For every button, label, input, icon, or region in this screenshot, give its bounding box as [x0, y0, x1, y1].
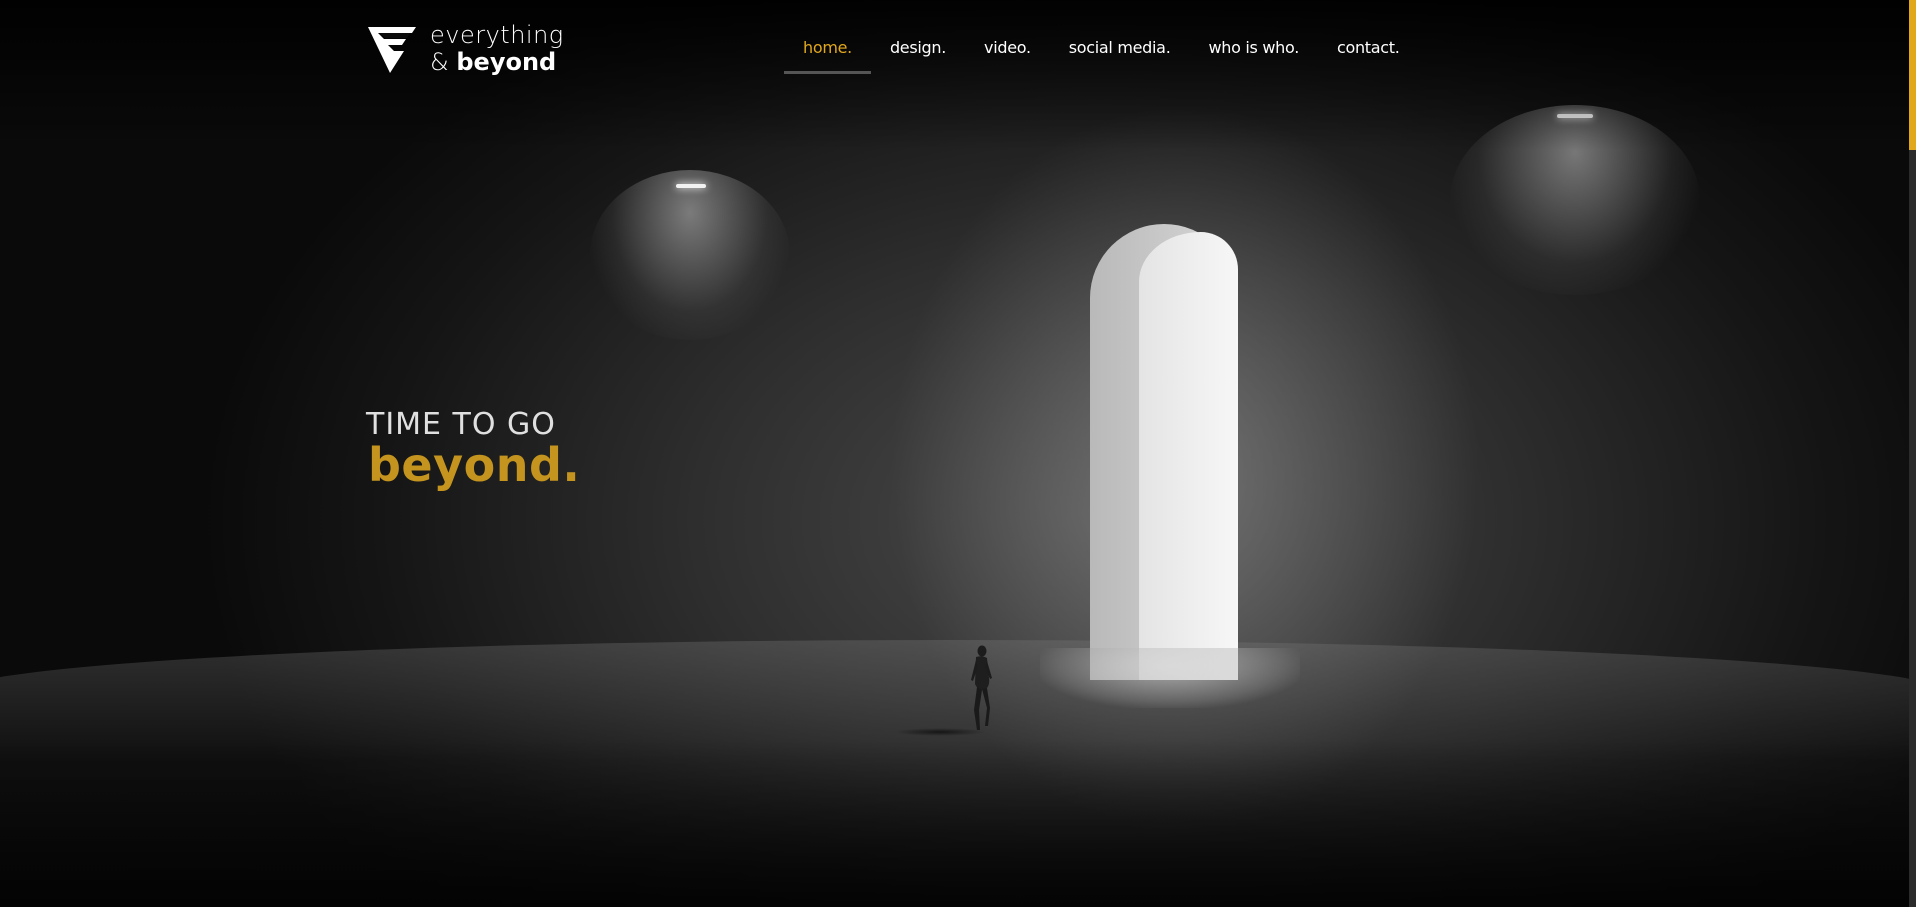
nav-contact[interactable]: contact. [1318, 30, 1419, 74]
top-shade [0, 0, 1916, 150]
logo-beyond-word: beyond [456, 48, 557, 76]
hero-tagline: TIME TO GO beyond. [366, 407, 581, 492]
walking-person-figure [971, 645, 992, 730]
hero-background [0, 0, 1916, 907]
nav-home[interactable]: home. [784, 30, 871, 74]
logo-line-beyond: & beyond [430, 49, 564, 76]
main-navigation: home. design. video. social media. who i… [784, 30, 1419, 74]
nav-social-media[interactable]: social media. [1050, 30, 1190, 74]
scrollbar-thumb[interactable] [1909, 0, 1916, 150]
bottom-shade [0, 740, 1916, 907]
tagline-time-to-go: TIME TO GO [366, 407, 556, 442]
nav-who-is-who[interactable]: who is who. [1189, 30, 1318, 74]
tagline-beyond: beyond. [368, 438, 581, 492]
nav-design[interactable]: design. [871, 30, 965, 74]
logo-ampersand: & [430, 48, 449, 76]
left-spotlight-glow [590, 170, 790, 340]
sand-dune [1040, 648, 1300, 708]
eb-triangle-logo-icon [368, 27, 416, 73]
logo-line-everything: everything [430, 21, 564, 49]
logo-wordmark: everything & beyond [430, 22, 564, 76]
site-logo[interactable]: everything & beyond [366, 22, 564, 76]
doorway-light [1139, 232, 1238, 680]
nav-video[interactable]: video. [965, 30, 1050, 74]
left-ceiling-lamp [676, 184, 706, 188]
